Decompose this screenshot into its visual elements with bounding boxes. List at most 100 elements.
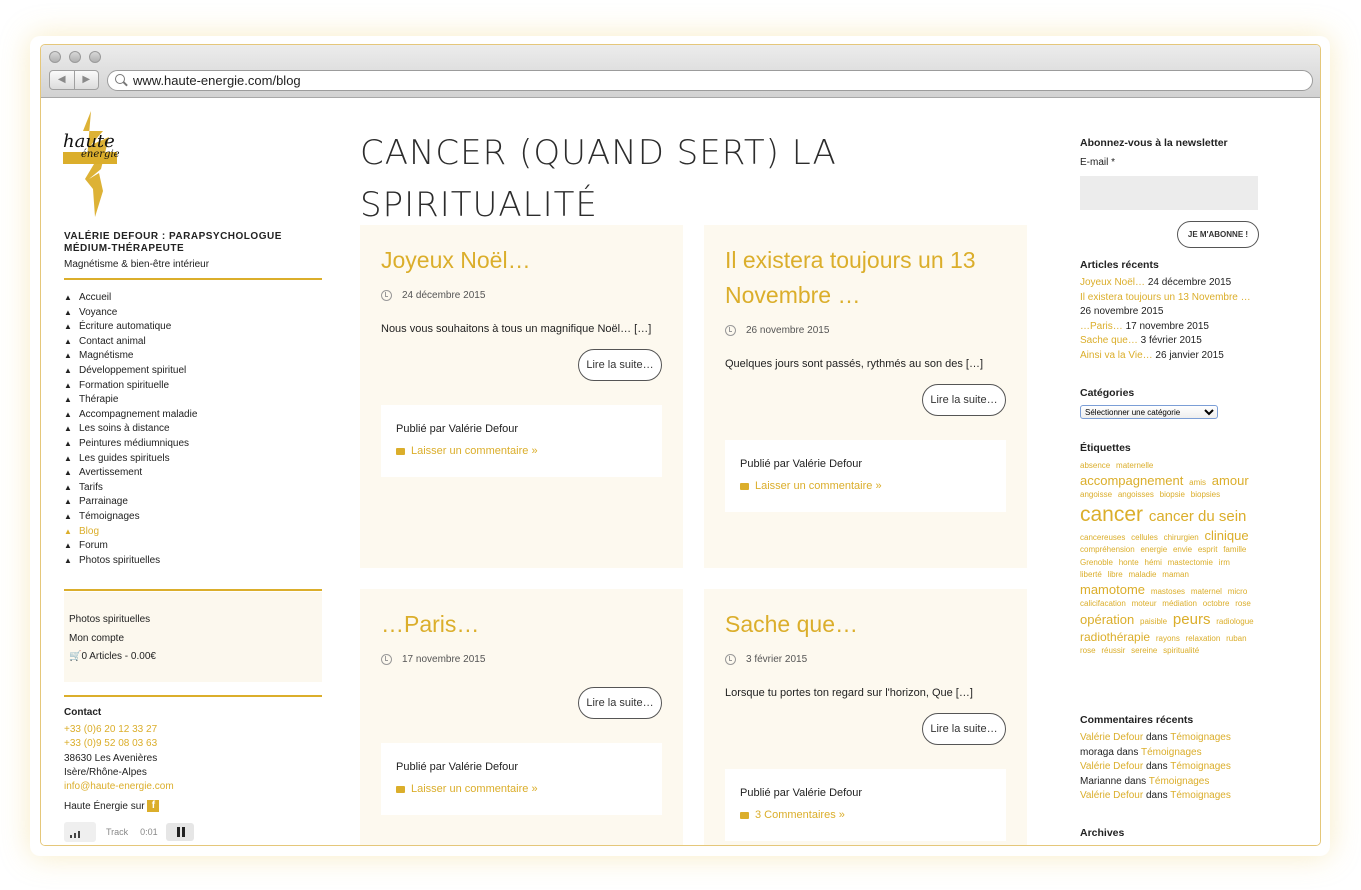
menu-item[interactable]: ▲ Tarifs xyxy=(64,481,197,496)
site-title[interactable]: VALÉRIE DEFOUR : PARAPSYCHOLOGUE MÉDIUM-… xyxy=(64,231,304,255)
tag-link[interactable]: energie xyxy=(1140,545,1167,554)
tag-link[interactable]: envie xyxy=(1173,545,1192,554)
tag-link[interactable]: cancereuses xyxy=(1080,533,1125,542)
menu-item[interactable]: ▲ Forum xyxy=(64,539,197,554)
facebook-icon[interactable]: f xyxy=(147,800,160,813)
pause-icon[interactable] xyxy=(165,823,194,841)
url-text[interactable]: www.haute-energie.com/blog xyxy=(133,73,301,88)
comment-post-link[interactable]: Témoignages xyxy=(1149,776,1210,787)
read-more-button[interactable]: Lire la suite… xyxy=(578,349,662,381)
menu-item[interactable]: ▲ Écriture automatique xyxy=(64,320,197,335)
menu-item[interactable]: ▲ Blog xyxy=(64,525,197,540)
email-link[interactable]: info@haute-energie.com xyxy=(64,780,174,794)
menu-item[interactable]: ▲ Les guides spirituels xyxy=(64,452,197,467)
menu-item[interactable]: ▲ Peintures médiumniques xyxy=(64,437,197,452)
comment-post-link[interactable]: Témoignages xyxy=(1170,790,1231,801)
recent-post-link[interactable]: Il existera toujours un 13 Novembre … xyxy=(1080,292,1251,303)
account-link[interactable]: Mon compte xyxy=(69,633,317,652)
menu-item[interactable]: ▲ Magnétisme xyxy=(64,349,197,364)
tag-link[interactable]: maternelle xyxy=(1116,461,1153,470)
post-title[interactable]: Joyeux Noël… xyxy=(381,225,662,278)
site-logo[interactable]: haute énergie xyxy=(63,109,120,217)
tag-link[interactable]: relaxation xyxy=(1186,634,1221,643)
minimize-window-button[interactable] xyxy=(69,51,81,63)
tag-link[interactable]: Grenoble xyxy=(1080,558,1113,567)
menu-item[interactable]: ▲ Avertissement xyxy=(64,466,197,481)
tag-link[interactable]: angoisses xyxy=(1118,490,1154,499)
tag-link[interactable]: maman xyxy=(1162,570,1189,579)
recent-post-link[interactable]: Joyeux Noël… xyxy=(1080,277,1145,288)
tag-link[interactable]: esprit xyxy=(1198,545,1218,554)
tag-link[interactable]: honte xyxy=(1119,558,1139,567)
tag-link[interactable]: mastoses xyxy=(1151,587,1185,596)
phone-link-1[interactable]: +33 (0)6 20 12 33 27 xyxy=(64,723,174,737)
comment-author[interactable]: Valérie Defour xyxy=(1080,732,1143,743)
tag-link[interactable]: radiothérapie xyxy=(1080,630,1150,644)
read-more-button[interactable]: Lire la suite… xyxy=(922,384,1006,416)
tag-link[interactable]: micro xyxy=(1228,587,1248,596)
forward-icon[interactable]: ▶ xyxy=(75,71,99,89)
menu-item[interactable]: ▲ Accompagnement maladie xyxy=(64,408,197,423)
back-icon[interactable]: ◀ xyxy=(50,71,75,89)
tag-link[interactable]: paisible xyxy=(1140,617,1167,626)
tag-link[interactable]: biopsies xyxy=(1191,490,1220,499)
tag-link[interactable]: médiation xyxy=(1162,599,1197,608)
zoom-window-button[interactable] xyxy=(89,51,101,63)
subscribe-button[interactable]: JE M'ABONNE ! xyxy=(1177,221,1259,248)
phone-link-2[interactable]: +33 (0)9 52 08 03 63 xyxy=(64,737,174,751)
menu-item[interactable]: ▲ Voyance xyxy=(64,306,197,321)
email-field[interactable] xyxy=(1080,176,1258,210)
tag-link[interactable]: réussir xyxy=(1101,646,1125,655)
category-select[interactable]: Sélectionner une catégorie xyxy=(1080,405,1218,419)
menu-item[interactable]: ▲ Parrainage xyxy=(64,495,197,510)
comment-post-link[interactable]: Témoignages xyxy=(1141,747,1202,758)
tag-link[interactable]: rayons xyxy=(1156,634,1180,643)
menu-item[interactable]: ▲ Formation spirituelle xyxy=(64,379,197,394)
tag-link[interactable]: rose xyxy=(1235,599,1251,608)
tag-link[interactable]: amis xyxy=(1189,478,1206,487)
post-title[interactable]: Il existera toujours un 13 Novembre … xyxy=(725,225,1006,313)
tag-link[interactable]: spiritualité xyxy=(1163,646,1199,655)
recent-post-link[interactable]: …Paris… xyxy=(1080,321,1123,332)
post-title[interactable]: Sache que… xyxy=(725,589,1006,642)
comments-link[interactable]: Laisser un commentaire » xyxy=(396,445,647,457)
comment-post-link[interactable]: Témoignages xyxy=(1170,732,1231,743)
read-more-button[interactable]: Lire la suite… xyxy=(578,687,662,719)
comments-link[interactable]: Laisser un commentaire » xyxy=(396,783,647,795)
comments-link[interactable]: 3 Commentaires » xyxy=(740,809,991,821)
tag-link[interactable]: radiologue xyxy=(1216,617,1253,626)
tag-link[interactable]: cellules xyxy=(1131,533,1158,542)
tag-link[interactable]: calicifacation xyxy=(1080,599,1126,608)
volume-icon[interactable] xyxy=(64,822,96,842)
comment-author[interactable]: Valérie Defour xyxy=(1080,790,1143,801)
tag-link[interactable]: maternel xyxy=(1191,587,1222,596)
tag-link[interactable]: angoisse xyxy=(1080,490,1112,499)
tag-link[interactable]: liberté xyxy=(1080,570,1102,579)
recent-post-link[interactable]: Ainsi va la Vie… xyxy=(1080,350,1153,361)
tag-link[interactable]: ruban xyxy=(1226,634,1246,643)
tag-link[interactable]: cancer du sein xyxy=(1149,508,1247,525)
address-bar[interactable]: www.haute-energie.com/blog xyxy=(107,70,1313,91)
tag-link[interactable]: clinique xyxy=(1205,528,1249,543)
cart-link[interactable]: 🛒0 Articles - 0.00€ xyxy=(69,651,317,670)
menu-item[interactable]: ▲ Thérapie xyxy=(64,393,197,408)
tag-link[interactable]: moteur xyxy=(1132,599,1157,608)
recent-post-link[interactable]: Sache que… xyxy=(1080,335,1138,346)
menu-item[interactable]: ▲ Accueil xyxy=(64,291,197,306)
menu-item[interactable]: ▲ Photos spirituelles xyxy=(64,554,197,569)
tag-link[interactable]: mamotome xyxy=(1080,582,1145,597)
post-title[interactable]: …Paris… xyxy=(381,589,662,642)
tag-link[interactable]: chirurgien xyxy=(1164,533,1199,542)
tag-link[interactable]: biopsie xyxy=(1160,490,1185,499)
tag-link[interactable]: opération xyxy=(1080,612,1134,627)
close-window-button[interactable] xyxy=(49,51,61,63)
tag-link[interactable]: rose xyxy=(1080,646,1096,655)
tag-link[interactable]: mastectomie xyxy=(1168,558,1213,567)
menu-item[interactable]: ▲ Témoignages xyxy=(64,510,197,525)
tag-link[interactable]: sereine xyxy=(1131,646,1157,655)
menu-item[interactable]: ▲ Développement spirituel xyxy=(64,364,197,379)
tag-link[interactable]: compréhension xyxy=(1080,545,1135,554)
read-more-button[interactable]: Lire la suite… xyxy=(922,713,1006,745)
tag-link[interactable]: cancer xyxy=(1080,503,1143,526)
tag-link[interactable]: absence xyxy=(1080,461,1110,470)
